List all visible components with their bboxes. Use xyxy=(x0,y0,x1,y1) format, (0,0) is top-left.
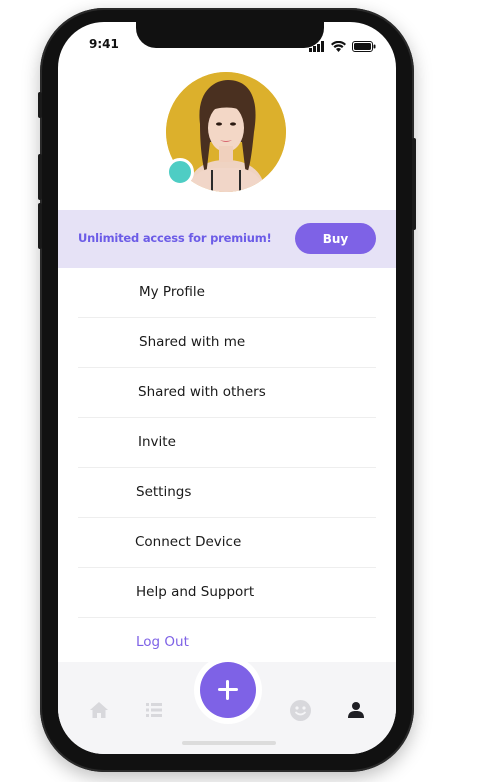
menu-item-my-profile[interactable]: My Profile xyxy=(78,268,376,318)
premium-banner: Unlimited access for premium! Buy xyxy=(58,210,396,268)
menu-item-label: Log Out xyxy=(136,634,189,650)
volume-up-button xyxy=(38,154,42,200)
settings-menu: My Profile Shared with me Shared with ot… xyxy=(78,268,376,667)
list-icon[interactable] xyxy=(146,702,162,721)
menu-item-settings[interactable]: Settings xyxy=(78,468,376,518)
online-status-dot xyxy=(166,158,194,186)
menu-item-log-out[interactable]: Log Out xyxy=(78,618,376,667)
menu-item-label: Help and Support xyxy=(136,584,255,600)
emoji-icon[interactable] xyxy=(290,700,311,725)
status-icons xyxy=(309,37,376,56)
app-screen: 9:41 Unlimited access for premium! Buy M… xyxy=(58,22,396,754)
power-button xyxy=(412,138,416,230)
status-time: 9:41 xyxy=(89,37,119,51)
menu-item-help-and-support[interactable]: Help and Support xyxy=(78,568,376,618)
menu-item-label: Settings xyxy=(136,484,192,500)
volume-down-button xyxy=(38,203,42,249)
menu-item-connect-device[interactable]: Connect Device xyxy=(78,518,376,568)
premium-text: Unlimited access for premium! xyxy=(78,231,272,245)
profile-icon[interactable] xyxy=(348,702,364,722)
battery-icon xyxy=(352,37,376,56)
menu-item-label: Shared with others xyxy=(138,384,266,400)
menu-item-label: My Profile xyxy=(139,284,205,300)
add-button[interactable] xyxy=(200,662,256,718)
notch xyxy=(136,22,324,48)
buy-button[interactable]: Buy xyxy=(295,223,376,254)
menu-item-label: Shared with me xyxy=(139,334,246,350)
home-indicator xyxy=(182,741,276,745)
wifi-icon xyxy=(331,37,346,56)
menu-item-label: Connect Device xyxy=(135,534,242,550)
signal-icon xyxy=(309,37,325,56)
menu-item-shared-with-me[interactable]: Shared with me xyxy=(78,318,376,368)
menu-item-label: Invite xyxy=(138,434,176,450)
mute-switch xyxy=(38,92,42,118)
menu-item-shared-with-others[interactable]: Shared with others xyxy=(78,368,376,418)
menu-item-invite[interactable]: Invite xyxy=(78,418,376,468)
home-icon[interactable] xyxy=(90,702,108,722)
